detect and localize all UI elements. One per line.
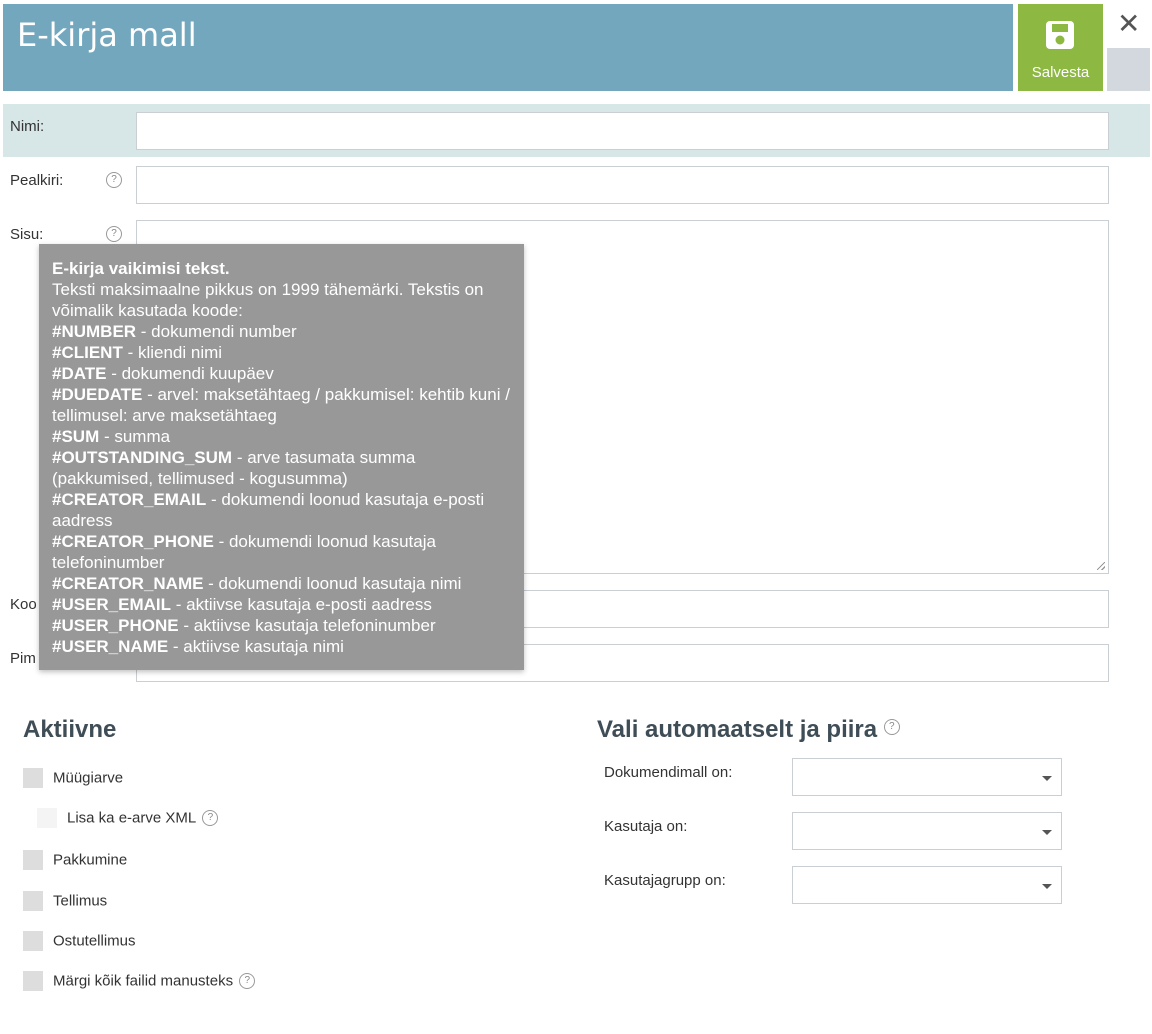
help-icon[interactable]: ?	[106, 226, 122, 242]
tooltip-code-desc: - dokumendi kuupäev	[106, 364, 274, 383]
chevron-down-icon	[1042, 830, 1052, 835]
limit-label: Pim	[10, 650, 36, 667]
tooltip-code: #DUEDATE	[52, 385, 143, 404]
save-button[interactable]: Salvesta	[1018, 4, 1103, 91]
save-button-label: Salvesta	[1031, 64, 1090, 81]
tooltip-code-line: #CREATOR_EMAIL - dokumendi loonud kasuta…	[52, 489, 512, 531]
usergroup-select[interactable]	[792, 866, 1062, 904]
tooltip-code-desc: - kliendi nimi	[122, 343, 223, 362]
checkbox-label: Märgi kõik failid manusteks	[53, 972, 234, 990]
resize-handle[interactable]	[1097, 562, 1105, 570]
name-label: Nimi:	[10, 118, 45, 135]
tooltip-code: #DATE	[52, 364, 107, 383]
tooltip-code-line: #USER_NAME - aktiivse kasutaja nimi	[52, 636, 512, 657]
tooltip-code: #USER_EMAIL	[52, 595, 172, 614]
active-section-title: Aktiivne	[23, 716, 117, 743]
tooltip-code: #SUM	[52, 427, 100, 446]
close-icon[interactable]: ✕	[1117, 10, 1140, 38]
tooltip-code: #CREATOR_EMAIL	[52, 490, 207, 509]
tooltip-intro: Teksti maksimaalne pikkus on 1999 tähemä…	[52, 280, 484, 320]
checkbox-row-e-arve-xml[interactable]: Lisa ka e-arve XML ?	[37, 808, 219, 828]
checkbox[interactable]	[37, 808, 57, 828]
help-tooltip: E-kirja vaikimisi tekst. Teksti maksimaa…	[39, 244, 524, 670]
checkbox-label: Lisa ka e-arve XML	[67, 809, 197, 827]
auto-section-title: Vali automaatselt ja piira ?	[597, 716, 900, 744]
help-icon[interactable]: ?	[239, 973, 256, 989]
tooltip-code-line: #CREATOR_PHONE - dokumendi loonud kasuta…	[52, 531, 512, 573]
tooltip-title: E-kirja vaikimisi tekst.	[52, 259, 230, 278]
codes-label: Koo	[10, 596, 37, 613]
tooltip-code-line: #USER_EMAIL - aktiivse kasutaja e-posti …	[52, 594, 512, 615]
user-select-label: Kasutaja on:	[604, 818, 688, 835]
tooltip-code-desc: - aktiivse kasutaja e-posti aadress	[171, 595, 432, 614]
tooltip-code-line: #DUEDATE - arvel: maksetähtaeg / pakkumi…	[52, 384, 512, 426]
dialog-header: E-kirja mall	[3, 4, 1013, 91]
tooltip-code: #OUTSTANDING_SUM	[52, 448, 233, 467]
checkbox-label: Tellimus	[53, 892, 108, 910]
tooltip-code: #USER_NAME	[52, 637, 169, 656]
help-icon[interactable]: ?	[106, 172, 122, 188]
tooltip-code: #CREATOR_NAME	[52, 574, 204, 593]
tooltip-code-line: #DATE - dokumendi kuupäev	[52, 363, 512, 384]
tooltip-codes: #NUMBER - dokumendi number #CLIENT - klie…	[52, 321, 512, 657]
tooltip-code-desc: - dokumendi loonud kasutaja nimi	[203, 574, 462, 593]
checkbox[interactable]	[23, 931, 43, 951]
tooltip-code: #CREATOR_PHONE	[52, 532, 214, 551]
name-input[interactable]	[136, 112, 1109, 150]
tooltip-code-line: #SUM - summa	[52, 426, 512, 447]
dialog-title: E-kirja mall	[17, 16, 197, 54]
template-select-label: Dokumendimall on:	[604, 764, 733, 781]
checkbox-label: Müügiarve	[53, 769, 124, 787]
subject-input[interactable]	[136, 166, 1109, 204]
help-icon[interactable]: ?	[883, 719, 900, 735]
checkbox-row-pakkumine[interactable]: Pakkumine	[23, 850, 127, 870]
tooltip-code-desc: - aktiivse kasutaja telefoninumber	[178, 616, 436, 635]
tooltip-code: #NUMBER	[52, 322, 137, 341]
tooltip-code-line: #CREATOR_NAME - dokumendi loonud kasutaj…	[52, 573, 512, 594]
help-icon[interactable]: ?	[202, 810, 219, 826]
checkbox[interactable]	[23, 850, 43, 870]
checkbox[interactable]	[23, 891, 43, 911]
tooltip-code-line: #NUMBER - dokumendi number	[52, 321, 512, 342]
checkbox[interactable]	[23, 768, 43, 788]
checkbox-row-attachments[interactable]: Märgi kõik failid manusteks ?	[23, 971, 256, 991]
tooltip-code: #USER_PHONE	[52, 616, 179, 635]
floppy-disk-icon	[1046, 21, 1074, 49]
tooltip-code-desc: - dokumendi number	[136, 322, 297, 341]
auto-section-title-text: Vali automaatselt ja piira	[597, 716, 878, 743]
checkbox-label: Pakkumine	[53, 851, 128, 869]
side-panel-toggle[interactable]	[1107, 48, 1150, 91]
checkbox-label: Ostutellimus	[53, 932, 136, 950]
chevron-down-icon	[1042, 776, 1052, 781]
tooltip-code-desc: - aktiivse kasutaja nimi	[168, 637, 344, 656]
checkbox[interactable]	[23, 971, 43, 991]
tooltip-code: #CLIENT	[52, 343, 123, 362]
checkbox-row-muugiarve[interactable]: Müügiarve	[23, 768, 123, 788]
user-select[interactable]	[792, 812, 1062, 850]
chevron-down-icon	[1042, 884, 1052, 889]
usergroup-select-label: Kasutajagrupp on:	[604, 872, 726, 889]
checkbox-row-tellimus[interactable]: Tellimus	[23, 891, 107, 911]
tooltip-code-line: #CLIENT - kliendi nimi	[52, 342, 512, 363]
tooltip-code-line: #OUTSTANDING_SUM - arve tasumata summa (…	[52, 447, 512, 489]
subject-label: Pealkiri:	[10, 172, 64, 189]
tooltip-code-desc: - summa	[99, 427, 171, 446]
checkbox-row-ostutellimus[interactable]: Ostutellimus	[23, 931, 136, 951]
template-select[interactable]	[792, 758, 1062, 796]
body-label: Sisu:	[10, 226, 44, 243]
tooltip-code-line: #USER_PHONE - aktiivse kasutaja telefoni…	[52, 615, 512, 636]
